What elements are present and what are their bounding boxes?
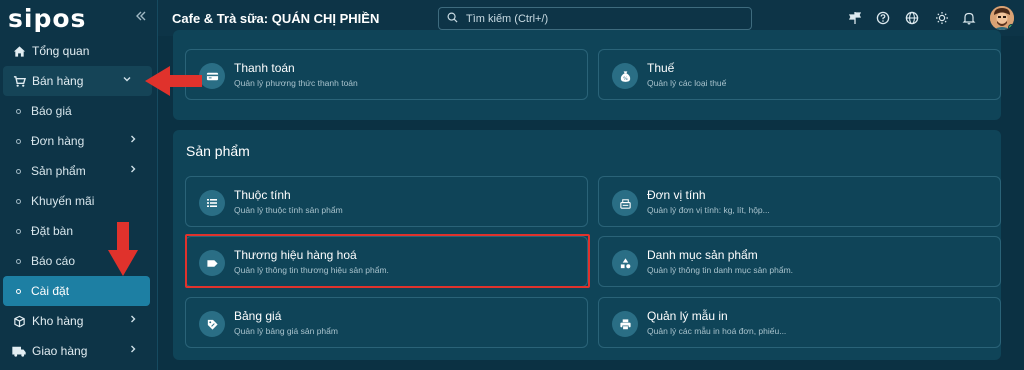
arrow-left-icon [145,66,202,96]
annotation-arrows [108,66,202,276]
arrow-down-icon [108,222,138,276]
